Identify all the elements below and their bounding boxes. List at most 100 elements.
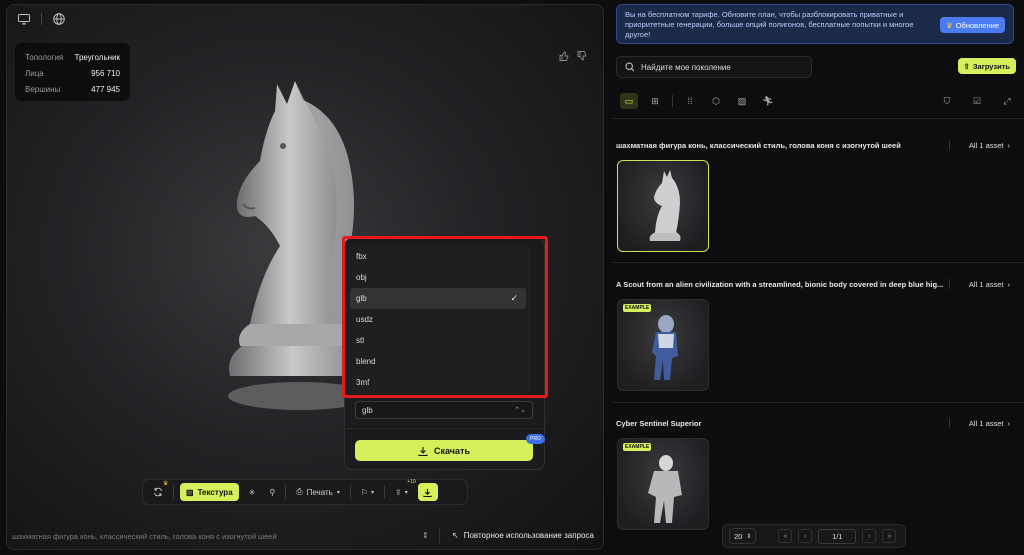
cube-icon[interactable]: ⬡ (707, 93, 725, 109)
prev-page-button[interactable]: ‹ (798, 529, 813, 543)
stat-row-faces: Лица 956 710 (25, 65, 120, 81)
print-label: Печать (306, 487, 333, 497)
promo-text: Вы на бесплатном тарифе. Обновите план, … (625, 10, 914, 39)
thumbs-up-icon[interactable] (559, 51, 569, 61)
knight-thumbnail (649, 170, 681, 241)
format-option-usdz[interactable]: usdz (346, 309, 530, 330)
rig-icon: ⚲ (269, 487, 276, 497)
asset-card[interactable]: EXAMPLE (617, 438, 709, 530)
format-option-stl[interactable]: stl (346, 330, 530, 351)
chevron-right-icon: › (1007, 141, 1011, 150)
all-assets-link[interactable]: All 1 asset › (969, 419, 1010, 428)
share-icon: ⇪ (395, 487, 402, 497)
all-assets-link[interactable]: All 1 asset › (969, 280, 1010, 289)
asset-card[interactable]: EXAMPLE (617, 299, 709, 391)
animation-icon[interactable]: 🏃︎ (759, 93, 777, 109)
upgrade-button[interactable]: ♛ Обновление (939, 17, 1005, 33)
filter-clear-icon[interactable]: ⛉ (938, 93, 956, 109)
search-placeholder: Найдите мое поколение (641, 62, 731, 72)
download-button[interactable]: Скачать (355, 440, 533, 461)
segment-icon: ✳ (248, 487, 256, 497)
example-badge: EXAMPLE (623, 443, 652, 451)
rig-button[interactable]: ⚲ (265, 483, 279, 501)
format-option-fbx[interactable]: fbx (346, 246, 530, 267)
search-input[interactable]: Найдите мое поколение (616, 56, 812, 78)
filter-actions: ⛉ ☑ ⤢ (938, 93, 1016, 109)
app-root: Топология Треугольник Лица 956 710 Верши… (0, 0, 1024, 555)
group-divider (949, 140, 950, 150)
format-option-obj[interactable]: obj (346, 267, 530, 288)
texture-icon: ▨ (186, 487, 194, 497)
quick-download-button[interactable] (417, 483, 438, 501)
download-icon (423, 488, 432, 497)
texture-filter-icon[interactable]: ▨ (733, 93, 751, 109)
pin-icon: ⚐ (360, 487, 369, 497)
format-option-glb[interactable]: glb ✓ (350, 288, 526, 309)
stat-row-vertices: Вершины 477 945 (25, 81, 120, 97)
folder-icon[interactable]: ▭ (620, 93, 638, 109)
share-button[interactable]: ⇪ ▾ +10 (391, 479, 416, 501)
last-page-button[interactable]: » (882, 529, 897, 543)
page-size-select[interactable]: 20 ⇕ (729, 528, 757, 544)
format-select[interactable]: glb ⌃⌄ (355, 401, 533, 419)
assets-sidebar: Вы на бесплатном тарифе. Обновите план, … (612, 0, 1024, 555)
upload-label: Загрузить (972, 61, 1010, 71)
toolbar-divider (349, 485, 351, 499)
globe-icon[interactable] (52, 12, 66, 26)
pin-button[interactable]: ⚐ ▾ (357, 483, 378, 501)
topbar-divider (41, 13, 42, 25)
chevron-updown-icon: ⌃⌄ (514, 407, 526, 414)
pagination: 20 ⇕ « ‹ 1/1 › » (722, 524, 906, 548)
format-label: usdz (356, 315, 373, 324)
next-page-button[interactable]: › (862, 529, 877, 543)
upgrade-label: Обновление (955, 20, 999, 30)
section-divider (612, 262, 1024, 263)
filter-divider (672, 95, 673, 107)
dots-grid-icon[interactable]: ⁞⁞ (681, 93, 699, 109)
segment-button[interactable]: ✳ (245, 483, 260, 501)
group-title: Cyber Sentinel Superior (616, 419, 702, 428)
prompt-text[interactable]: шахматная фигура конь, классический стил… (12, 532, 277, 541)
format-label: glb (356, 294, 367, 303)
monitor-icon[interactable] (17, 12, 31, 26)
chevron-updown-icon[interactable]: ⇕ (422, 531, 429, 540)
viewer-topbar (7, 5, 603, 33)
crown-icon: ♛ (945, 20, 953, 30)
texture-button[interactable]: ▨ Текстура (180, 483, 239, 501)
arrow-up-left-icon: ↖ (452, 531, 459, 540)
all-assets-label: All 1 asset (968, 419, 1004, 428)
chevron-down-icon: ▾ (336, 489, 340, 496)
toolbar-divider (285, 485, 287, 499)
group-title: A Scout from an alien civilization with … (616, 280, 944, 289)
upload-button[interactable]: ⇧ Загрузить (957, 58, 1016, 74)
feedback-buttons (559, 51, 587, 61)
format-option-blend[interactable]: blend (346, 351, 530, 372)
format-label: 3mf (356, 378, 370, 387)
all-assets-link[interactable]: All 1 asset › (969, 141, 1010, 150)
reuse-prompt-button[interactable]: ↖ Повторное использование запроса (452, 531, 594, 540)
grid-icon[interactable]: ⊞ (646, 93, 664, 109)
check-icon: ✓ (510, 293, 518, 303)
stat-label: Вершины (25, 84, 61, 94)
thumbs-down-icon[interactable] (577, 51, 587, 61)
texture-label: Текстура (197, 487, 233, 497)
select-checkbox-icon[interactable]: ☑ (968, 93, 986, 109)
format-option-3mf[interactable]: 3mf (346, 372, 530, 393)
reuse-prompt-label: Повторное использование запроса (463, 531, 594, 540)
first-page-button[interactable]: « (778, 529, 793, 543)
stat-value: 477 945 (91, 84, 120, 94)
section-divider (612, 118, 1024, 119)
print-button[interactable]: ⎙ Печать ▾ (292, 483, 344, 501)
group-title: шахматная фигура конь, классический стил… (616, 141, 901, 150)
stat-value: 956 710 (91, 68, 120, 78)
current-page[interactable]: 1/1 (818, 528, 857, 544)
search-icon (625, 62, 635, 72)
toolbar-divider (384, 485, 386, 499)
asset-card[interactable] (617, 160, 709, 252)
expand-icon[interactable]: ⤢ (998, 93, 1016, 109)
page-size-value: 20 (734, 531, 743, 541)
chevron-right-icon: › (1007, 280, 1011, 289)
chevron-down-icon: ▾ (404, 489, 408, 496)
toolbar-divider (173, 485, 174, 499)
filter-bar: ▭ ⊞ ⁞⁞ ⬡ ▨ 🏃︎ ⛉ ☑ ⤢ (616, 90, 1020, 112)
